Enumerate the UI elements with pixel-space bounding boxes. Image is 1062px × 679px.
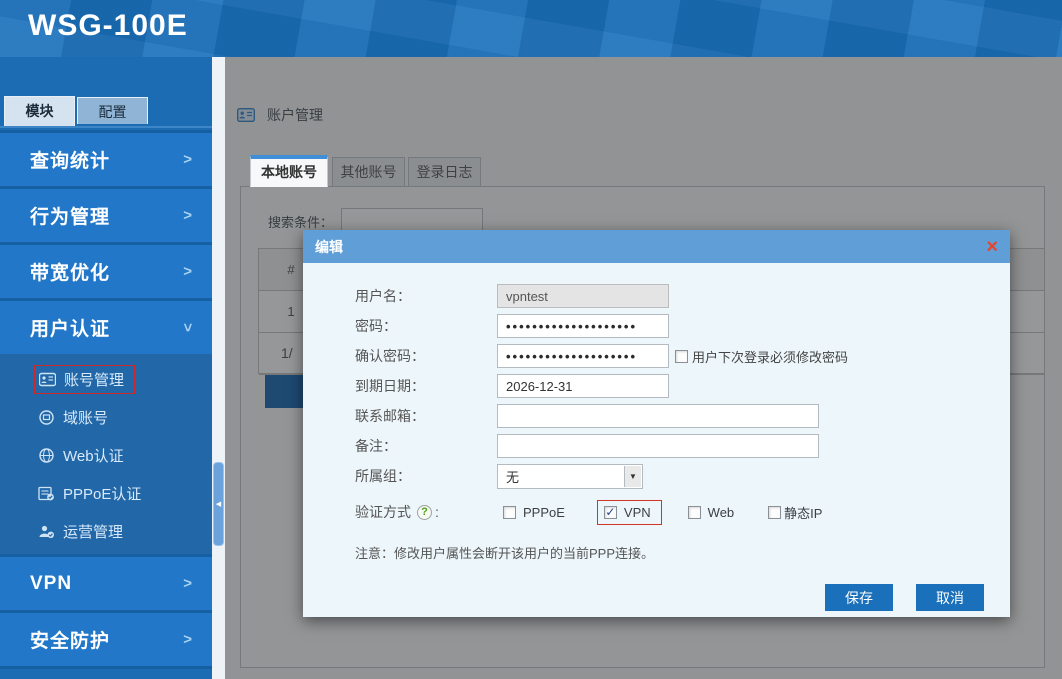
chevron-right-icon: > bbox=[183, 151, 192, 168]
auth-method-row: 验证方式 ? : PPPoE ✓ VPN Web bbox=[303, 497, 1010, 527]
web-checkbox[interactable] bbox=[688, 506, 701, 519]
static-ip-label: 静态IP bbox=[784, 503, 822, 522]
submenu-item-content: 域账号 bbox=[34, 404, 118, 431]
group-row: 所属组： 无 ▼ bbox=[303, 461, 1010, 491]
auth-option-vpn: ✓ VPN bbox=[597, 500, 662, 525]
email-field[interactable] bbox=[497, 404, 819, 428]
password-field[interactable]: •••••••••••••••••••• bbox=[497, 314, 669, 338]
sidebar-item-bandwidth-opt[interactable]: 带宽优化 > bbox=[0, 242, 212, 298]
sidebar-menu: 查询统计 > 行为管理 > 带宽优化 > 用户认证 > bbox=[0, 130, 212, 669]
sidebar-gutter bbox=[212, 57, 225, 679]
caret-down-icon: ▼ bbox=[629, 472, 637, 481]
confirm-password-label: 确认密码： bbox=[355, 346, 497, 366]
web-label: Web bbox=[708, 505, 735, 520]
dialog-header: 编辑 × bbox=[303, 230, 1010, 263]
vpn-label: VPN bbox=[624, 505, 651, 520]
chevron-right-icon: > bbox=[183, 575, 192, 592]
vpn-checkbox[interactable]: ✓ bbox=[604, 506, 617, 519]
auth-options-group: PPPoE ✓ VPN Web 静态IP bbox=[497, 499, 832, 526]
chevron-right-icon: > bbox=[183, 263, 192, 280]
static-ip-checkbox[interactable] bbox=[768, 506, 781, 519]
chevron-right-icon: > bbox=[183, 631, 192, 648]
id-card-icon bbox=[39, 372, 56, 387]
expire-date-row: 到期日期： 2026-12-31 bbox=[303, 371, 1010, 401]
pppoe-checkbox[interactable] bbox=[503, 506, 516, 519]
username-field: vpntest bbox=[497, 284, 669, 308]
help-icon[interactable]: ? bbox=[417, 505, 432, 520]
expire-date-field[interactable]: 2026-12-31 bbox=[497, 374, 669, 398]
submenu-item-pppoe-auth[interactable]: PPPoE认证 bbox=[0, 474, 212, 512]
sidebar-item-security[interactable]: 安全防护 > bbox=[0, 610, 212, 666]
select-arrow-button[interactable]: ▼ bbox=[624, 466, 641, 487]
sidebar-item-user-auth[interactable]: 用户认证 > bbox=[0, 298, 212, 354]
sidebar-item-behavior-mgmt[interactable]: 行为管理 > bbox=[0, 186, 212, 242]
domain-icon bbox=[38, 410, 55, 425]
sidebar-tab-config[interactable]: 配置 bbox=[77, 97, 148, 124]
red-annotation-box: 账号管理 bbox=[34, 365, 135, 394]
submenu-item-web-auth[interactable]: Web认证 bbox=[0, 436, 212, 474]
group-select[interactable]: 无 ▼ bbox=[497, 464, 643, 489]
auth-method-text: 验证方式 bbox=[355, 502, 411, 522]
chevron-right-icon: > bbox=[183, 207, 192, 224]
expire-date-label: 到期日期： bbox=[355, 376, 497, 396]
submenu-item-account-mgmt[interactable]: 账号管理 bbox=[0, 360, 212, 398]
sidebar-collapse-handle[interactable]: ◀ bbox=[213, 462, 224, 546]
email-row: 联系邮箱： bbox=[303, 401, 1010, 431]
password-label: 密码： bbox=[355, 316, 497, 336]
warning-note: 注意：修改用户属性会断开该用户的当前PPP连接。 bbox=[303, 543, 1010, 562]
username-row: 用户名： vpntest bbox=[303, 281, 1010, 311]
top-header: WSG-100E bbox=[0, 0, 1062, 57]
edit-dialog: 编辑 × 用户名： vpntest 密码： ••••••••••••••••••… bbox=[303, 230, 1010, 617]
group-label: 所属组： bbox=[355, 466, 497, 486]
operator-icon bbox=[38, 524, 55, 539]
doc-check-icon bbox=[38, 486, 55, 501]
cancel-button[interactable]: 取消 bbox=[916, 584, 984, 611]
user-auth-submenu: 账号管理 域账号 Web认证 bbox=[0, 354, 212, 554]
auth-colon: : bbox=[435, 504, 439, 520]
username-label: 用户名： bbox=[355, 286, 497, 306]
submenu-item-content: 运营管理 bbox=[34, 518, 133, 545]
remark-field[interactable] bbox=[497, 434, 819, 458]
auth-option-static-ip: 静态IP bbox=[762, 499, 832, 526]
check-icon: ✓ bbox=[605, 506, 615, 518]
remark-row: 备注： bbox=[303, 431, 1010, 461]
sidebar-tab-divider bbox=[0, 126, 212, 128]
dialog-title: 编辑 bbox=[315, 237, 986, 257]
help-glyph: ? bbox=[421, 506, 428, 518]
collapse-arrow-icon: ◀ bbox=[216, 500, 221, 508]
sidebar-item-query-stats[interactable]: 查询统计 > bbox=[0, 130, 212, 186]
email-label: 联系邮箱： bbox=[355, 406, 497, 426]
auth-option-web: Web bbox=[682, 501, 745, 524]
dialog-body: 用户名： vpntest 密码： •••••••••••••••••••• 确认… bbox=[303, 263, 1010, 611]
submenu-item-operation-mgmt[interactable]: 运营管理 bbox=[0, 512, 212, 550]
close-icon[interactable]: × bbox=[986, 238, 998, 256]
submenu-item-domain-account[interactable]: 域账号 bbox=[0, 398, 212, 436]
password-row: 密码： •••••••••••••••••••• bbox=[303, 311, 1010, 341]
sidebar-tabbar: 模块 配置 bbox=[0, 96, 212, 126]
must-change-password-checkbox[interactable] bbox=[675, 350, 688, 363]
pppoe-label: PPPoE bbox=[523, 505, 565, 520]
auth-option-pppoe: PPPoE bbox=[497, 501, 575, 524]
save-button[interactable]: 保存 bbox=[825, 584, 893, 611]
app-title: WSG-100E bbox=[28, 9, 188, 43]
confirm-password-row: 确认密码： •••••••••••••••••••• 用户下次登录必须修改密码 bbox=[303, 341, 1010, 371]
confirm-password-field[interactable]: •••••••••••••••••••• bbox=[497, 344, 669, 368]
submenu-item-content: Web认证 bbox=[34, 442, 134, 469]
remark-label: 备注： bbox=[355, 436, 497, 456]
submenu-item-content: PPPoE认证 bbox=[34, 480, 151, 507]
must-change-password-label: 用户下次登录必须修改密码 bbox=[692, 347, 848, 366]
sidebar-tab-modules[interactable]: 模块 bbox=[4, 96, 75, 126]
sidebar-item-vpn[interactable]: VPN > bbox=[0, 554, 212, 610]
dialog-buttons: 保存 取消 bbox=[303, 584, 1010, 611]
sidebar-item-next-partial bbox=[0, 666, 212, 669]
auth-method-label: 验证方式 ? : bbox=[355, 502, 497, 522]
chevron-down-icon: > bbox=[179, 323, 196, 332]
app-window: WSG-100E 模块 配置 查询统计 > 行为管理 > 带宽优化 > 用户认证… bbox=[0, 0, 1062, 679]
sidebar: 模块 配置 查询统计 > 行为管理 > 带宽优化 > 用户认证 > bbox=[0, 57, 212, 679]
globe-icon bbox=[38, 448, 55, 463]
tab-local-accounts[interactable]: 本地账号 bbox=[250, 155, 328, 187]
group-selected-value: 无 bbox=[506, 467, 519, 486]
